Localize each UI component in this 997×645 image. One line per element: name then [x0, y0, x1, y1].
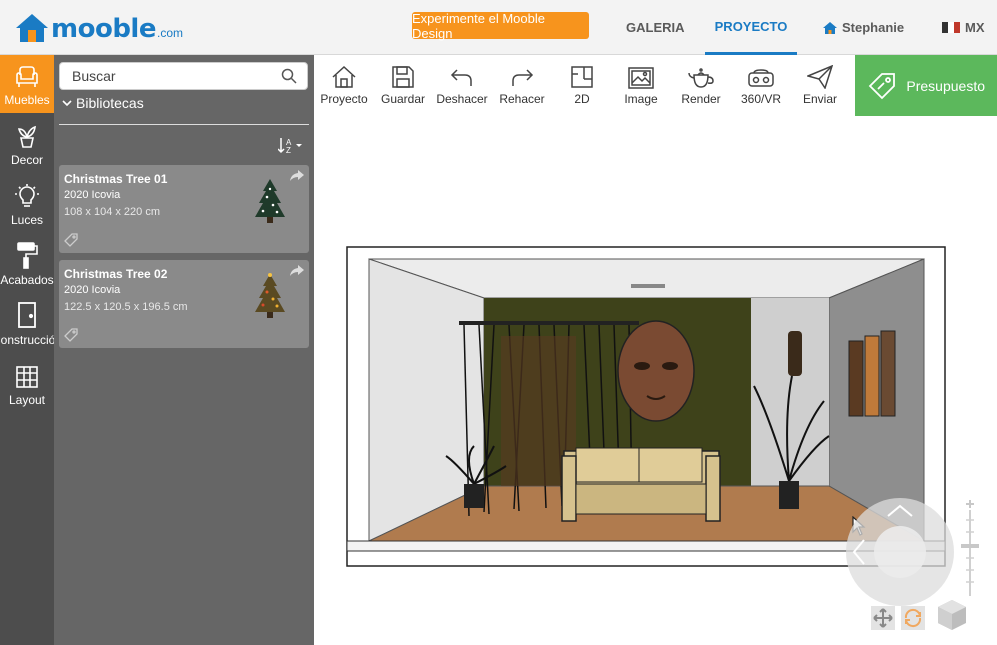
item-dimensions: 108 x 104 x 220 cm [64, 206, 161, 218]
mooble-logo[interactable]: mooble .com [14, 10, 183, 44]
category-decor[interactable]: Decor [0, 115, 54, 173]
view-controls [869, 598, 969, 632]
share-icon[interactable] [290, 170, 304, 181]
render-button[interactable]: Render [680, 55, 722, 116]
category-muebles[interactable]: Muebles [0, 55, 54, 113]
door-icon [18, 302, 36, 328]
logo-text: mooble [51, 14, 156, 44]
presupuesto-label: Presupuesto [906, 77, 985, 94]
mooble-design-button[interactable]: Experimente el Mooble Design [412, 11, 589, 41]
zoom-slider[interactable] [960, 498, 980, 598]
3d-cube-icon[interactable] [935, 598, 969, 632]
proyecto-button[interactable]: Proyecto [319, 55, 369, 116]
redo-icon [512, 69, 534, 86]
deshacer-button[interactable]: Deshacer [436, 55, 488, 116]
item-brand: 2020 Icovia [64, 284, 121, 296]
nav-galeria[interactable]: GALERIA [626, 0, 685, 55]
chevron-up-icon[interactable] [886, 504, 914, 518]
guardar-button[interactable]: Guardar [380, 55, 426, 116]
svg-text:Z: Z [286, 146, 291, 155]
library-panel: Bibliotecas A Z Christmas Tree 01 2020 I… [54, 55, 314, 645]
home-icon [332, 65, 356, 88]
image-icon [628, 67, 654, 89]
user-menu[interactable]: Stephanie [822, 0, 904, 55]
lightbulb-icon [15, 184, 39, 207]
house-logo-icon [16, 14, 48, 42]
country-selector[interactable]: MX [942, 0, 985, 55]
category-acabados[interactable]: Acabados [0, 235, 54, 293]
library-item[interactable]: Christmas Tree 02 2020 Icovia 122.5 x 12… [59, 260, 309, 348]
save-icon [392, 66, 414, 88]
category-layout[interactable]: Layout [0, 355, 54, 413]
plant-icon [17, 125, 36, 148]
category-sidebar: Muebles Decor Luces Acabados Construcció… [0, 55, 54, 645]
christmas-tree-thumbnail [255, 273, 285, 318]
rehacer-button[interactable]: Rehacer [498, 55, 546, 116]
360-vr-button[interactable]: 360/VR [738, 55, 784, 116]
camera-orbit-pad[interactable] [846, 498, 954, 606]
pan-move-icon[interactable] [871, 606, 895, 630]
item-title: Christmas Tree 01 [64, 172, 168, 186]
nav-proyecto[interactable]: PROYECTO [705, 0, 797, 55]
vr-headset-icon [748, 69, 774, 87]
enviar-button[interactable]: Enviar [801, 55, 839, 116]
floorplan-icon [571, 66, 593, 88]
category-construccion[interactable]: Construcción [0, 295, 54, 353]
search-box [59, 62, 308, 90]
price-tag-icon [868, 73, 895, 100]
paint-roller-icon [17, 242, 38, 269]
country-code: MX [965, 20, 985, 35]
chevron-down-icon [62, 100, 72, 107]
search-icon[interactable] [281, 68, 297, 84]
christmas-tree-thumbnail [255, 179, 285, 223]
chevron-left-icon[interactable] [852, 538, 866, 566]
grid-icon [16, 366, 38, 388]
user-name: Stephanie [842, 20, 905, 35]
item-dimensions: 122.5 x 120.5 x 196.5 cm [64, 301, 188, 313]
item-brand: 2020 Icovia [64, 189, 121, 201]
category-luces[interactable]: Luces [0, 175, 54, 233]
orbit-center[interactable] [874, 526, 926, 578]
logo-suffix: .com [156, 26, 183, 40]
library-item[interactable]: Christmas Tree 01 2020 Icovia 108 x 104 … [59, 165, 309, 253]
tag-icon[interactable] [64, 233, 78, 247]
bibliotecas-label: Bibliotecas [76, 95, 144, 111]
teapot-icon [688, 68, 714, 88]
bibliotecas-toggle[interactable]: Bibliotecas [62, 95, 144, 111]
tag-icon[interactable] [64, 328, 78, 342]
item-title: Christmas Tree 02 [64, 267, 168, 281]
rotate-icon[interactable] [901, 606, 925, 630]
image-button[interactable]: Image [620, 55, 662, 116]
undo-icon [450, 69, 472, 86]
presupuesto-button[interactable]: Presupuesto [855, 55, 997, 116]
send-icon [807, 65, 833, 89]
search-input[interactable] [72, 68, 272, 84]
toolbar: Proyecto Guardar Deshacer Rehacer 2D Ima… [314, 55, 855, 116]
armchair-icon [16, 66, 38, 87]
divider [59, 124, 309, 125]
sort-az-icon[interactable]: A Z [278, 137, 304, 155]
top-bar: mooble .com Experimente el Mooble Design… [0, 0, 997, 55]
2d-view-button[interactable]: 2D [565, 55, 599, 116]
mexico-flag-icon [942, 22, 960, 33]
share-icon[interactable] [290, 265, 304, 276]
home-icon [823, 21, 837, 34]
